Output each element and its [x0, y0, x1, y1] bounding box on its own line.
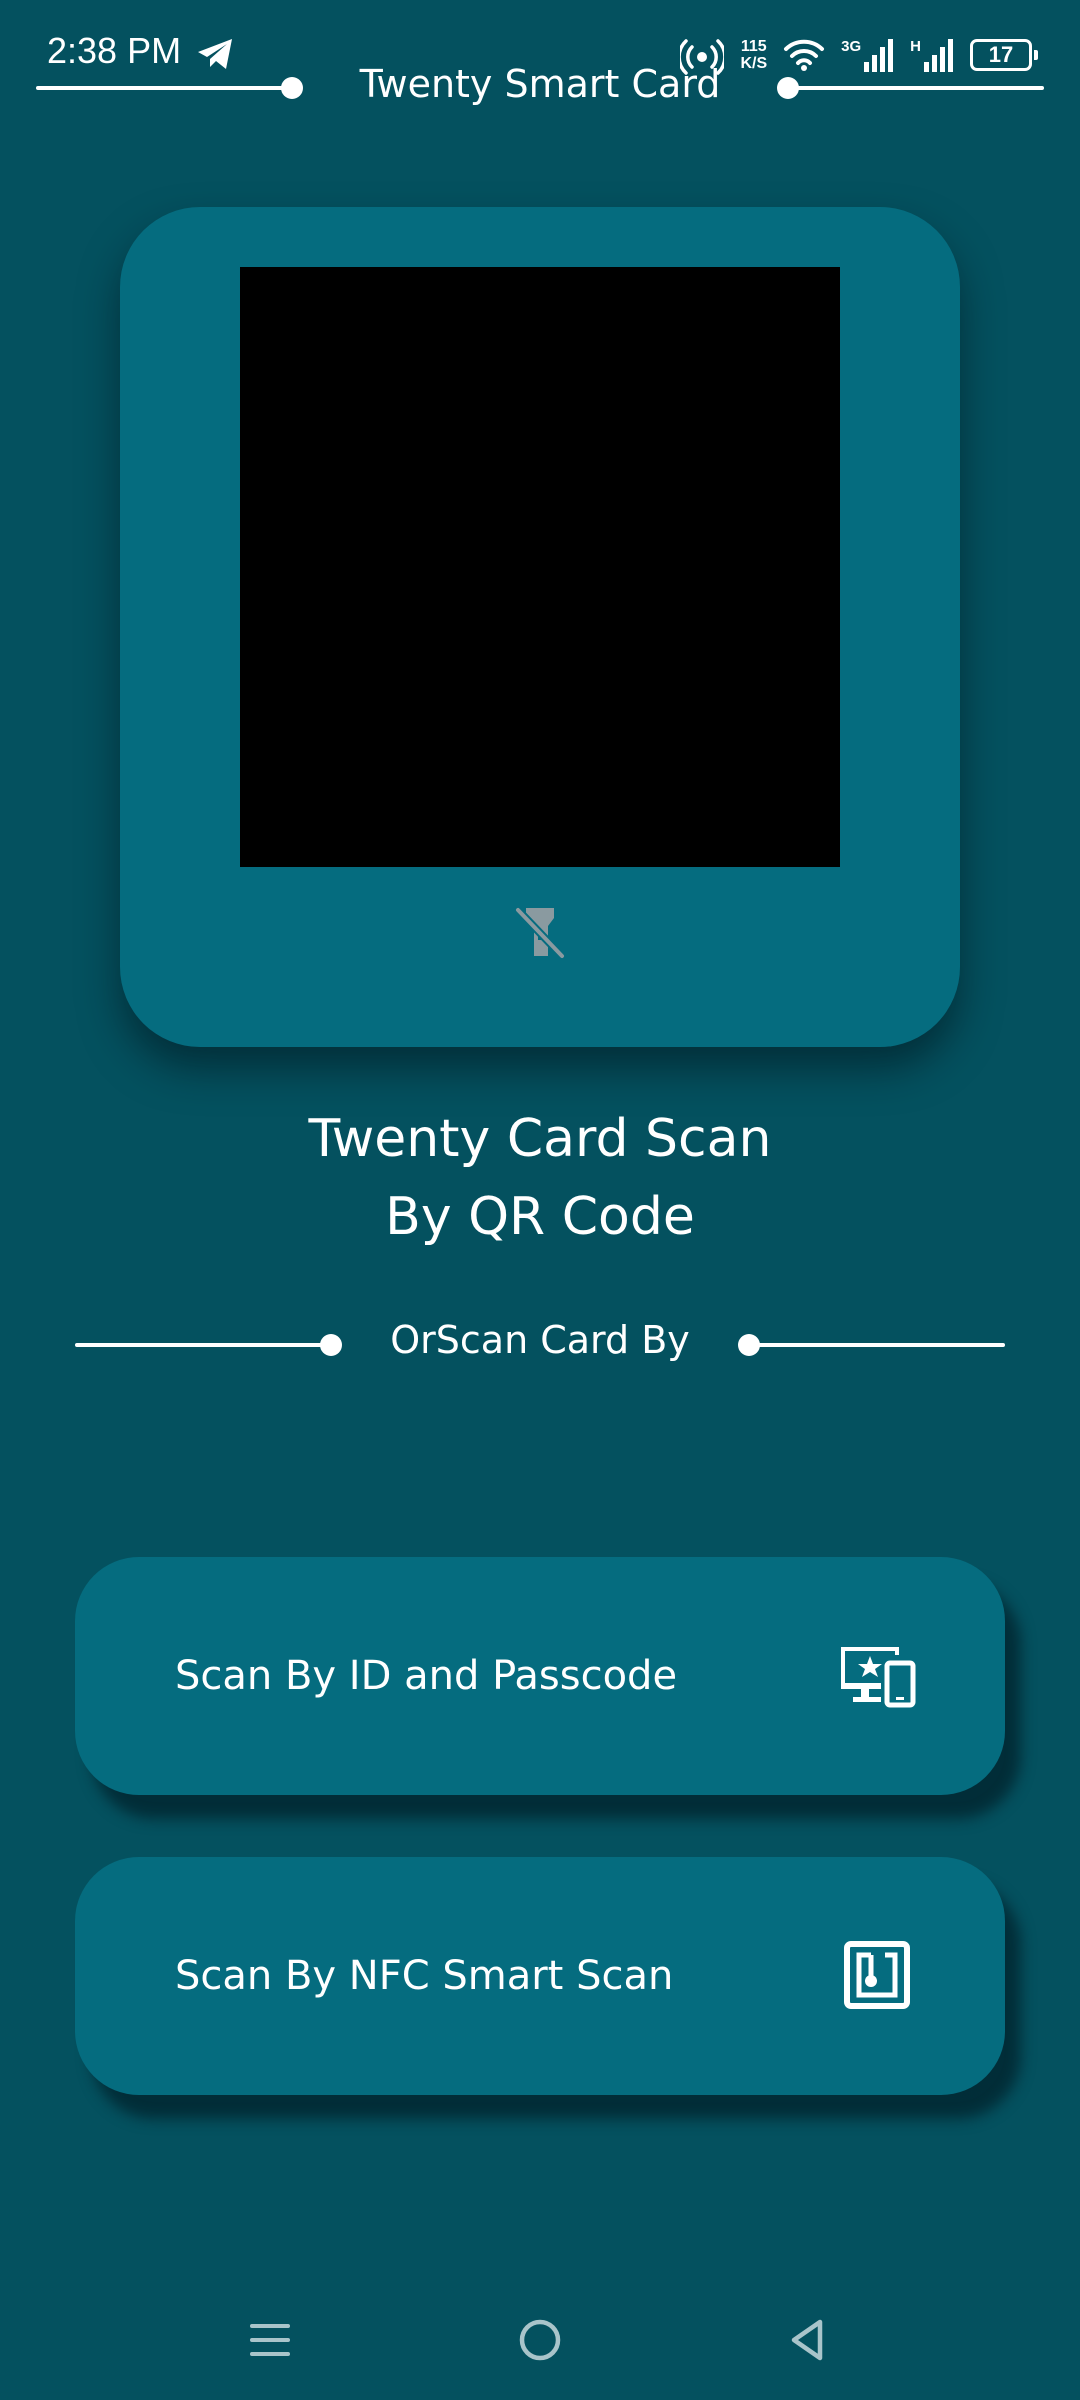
back-icon — [791, 2319, 823, 2361]
scan-by-nfc-label: Scan By NFC Smart Scan — [175, 1953, 674, 1999]
flashlight-toggle-button[interactable] — [510, 897, 570, 967]
flashlight-off-icon — [515, 907, 565, 959]
header-line-right — [788, 86, 1044, 90]
devices-star-icon — [841, 1647, 916, 1708]
app-title: Twenty Smart Card — [359, 62, 721, 106]
home-icon — [519, 2319, 561, 2361]
nfc-icon — [844, 1941, 910, 2009]
nav-back-button[interactable] — [768, 2300, 848, 2380]
scan-heading-line1: Twenty Card Scan — [308, 1109, 772, 1169]
scan-by-nfc-button[interactable]: Scan By NFC Smart Scan — [75, 1857, 1005, 2095]
divider-text: OrScan Card By — [390, 1318, 690, 1362]
scan-by-id-button[interactable]: Scan By ID and Passcode — [75, 1557, 1005, 1795]
nav-home-button[interactable] — [500, 2300, 580, 2380]
qr-scanner-card — [120, 207, 960, 1047]
scan-heading-line2: By QR Code — [385, 1187, 695, 1247]
scan-heading: Twenty Card Scan By QR Code — [0, 1100, 1080, 1256]
nav-menu-button[interactable] — [230, 2300, 310, 2380]
scan-by-id-label: Scan By ID and Passcode — [175, 1653, 678, 1699]
divider-line-right — [749, 1343, 1005, 1347]
camera-preview[interactable] — [240, 267, 840, 867]
menu-icon — [250, 2324, 290, 2356]
